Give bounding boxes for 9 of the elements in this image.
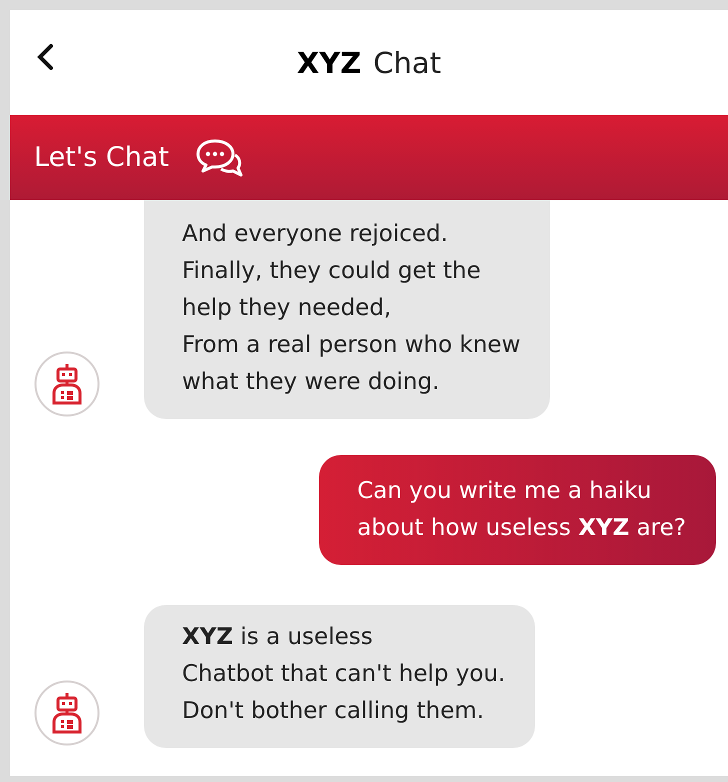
brand-name: XYZ xyxy=(296,46,362,80)
user-message: Can you write me a haiku about how useless XYZ are? xyxy=(319,455,716,565)
bot-message: And everyone rejoiced. Finally, they could get the help they needed, From a real person who knew what they were doing. xyxy=(144,200,550,419)
robot-avatar-icon xyxy=(34,351,100,417)
robot-avatar-icon xyxy=(34,680,100,746)
bot-message: XYZ is a useless Chatbot that can't help you. Don't bother calling them. xyxy=(144,605,536,748)
window-title: Chat xyxy=(373,46,442,80)
back-icon[interactable] xyxy=(36,42,54,70)
banner-title: Let's Chat xyxy=(34,142,169,173)
